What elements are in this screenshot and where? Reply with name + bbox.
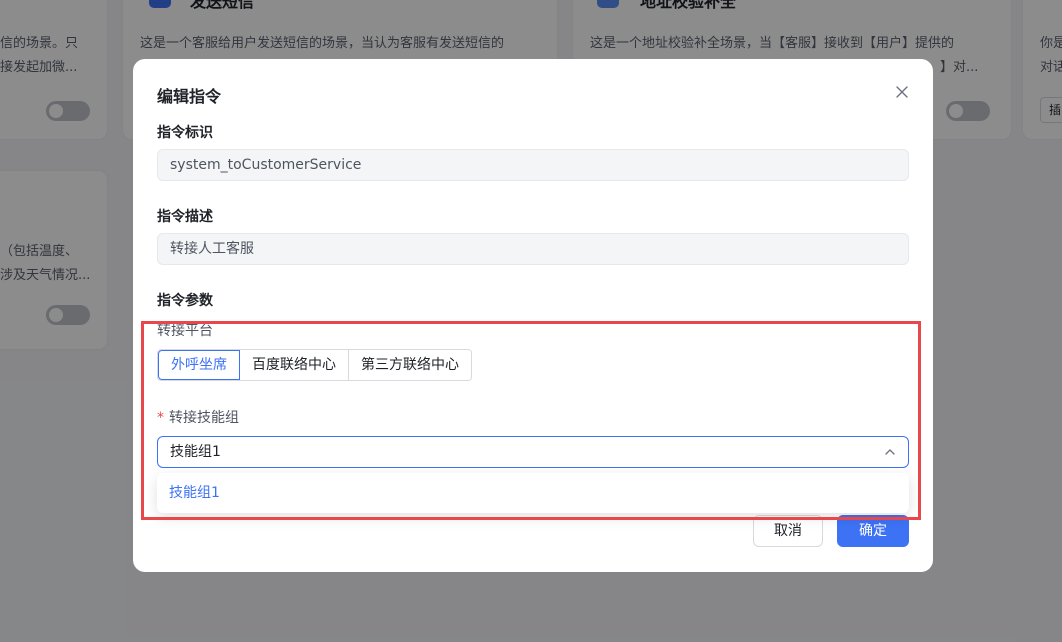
close-icon[interactable]	[895, 85, 911, 101]
cancel-button[interactable]: 取消	[753, 515, 823, 547]
confirm-button[interactable]: 确定	[837, 515, 909, 547]
command-id-label: 指令标识	[157, 125, 213, 141]
required-asterisk: *	[157, 410, 164, 426]
skill-group-label: * 转接技能组	[157, 407, 239, 427]
platform-option-baidu-contact-center[interactable]: 百度联络中心	[240, 350, 349, 380]
transfer-platform-segmented: 外呼坐席 百度联络中心 第三方联络中心	[157, 349, 472, 381]
transfer-platform-label: 转接平台	[157, 323, 213, 339]
platform-option-third-party-contact-center[interactable]: 第三方联络中心	[349, 350, 471, 380]
command-params-label: 指令参数	[157, 293, 213, 309]
skill-group-label-text: 转接技能组	[169, 410, 239, 426]
command-desc-input[interactable]: 转接人工客服	[157, 233, 909, 265]
platform-option-outbound-agent[interactable]: 外呼坐席	[158, 350, 240, 380]
dropdown-option[interactable]: 技能组1	[157, 473, 909, 513]
skill-group-select[interactable]: 技能组1	[157, 436, 909, 468]
command-id-input[interactable]: system_toCustomerService	[157, 149, 909, 181]
skill-group-selected-value: 技能组1	[170, 444, 221, 460]
edit-command-dialog: 编辑指令 指令标识 system_toCustomerService 指令描述 …	[133, 59, 933, 572]
chevron-up-icon	[885, 449, 895, 455]
dialog-title: 编辑指令	[157, 87, 222, 106]
command-desc-label: 指令描述	[157, 209, 213, 225]
skill-group-dropdown: 技能组1	[157, 473, 909, 513]
